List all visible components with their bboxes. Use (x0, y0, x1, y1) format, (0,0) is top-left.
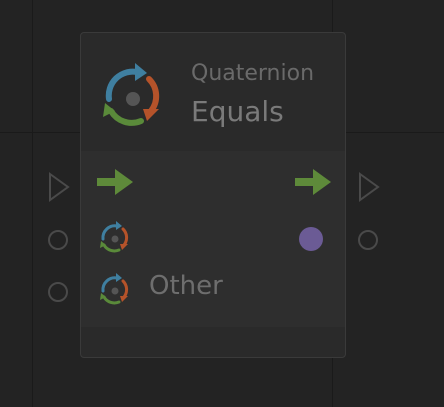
flow-output-port-icon[interactable] (358, 172, 380, 202)
quaternion-equals-node[interactable]: Quaternion Equals Other (80, 32, 346, 358)
input-other-port[interactable] (48, 282, 68, 302)
flow-row (81, 167, 345, 207)
node-subtitle: Quaternion (191, 61, 315, 86)
output-value-dot (299, 227, 323, 251)
quaternion-cycle-icon (103, 63, 160, 126)
input-other-label: Other (149, 271, 223, 301)
quaternion-cycle-icon (100, 221, 129, 253)
flow-out-arrow-icon (295, 169, 331, 195)
input-a-port[interactable] (48, 230, 68, 250)
node-body: Other (81, 151, 345, 327)
node-header[interactable]: Quaternion Equals (81, 33, 345, 151)
node-title: Equals (191, 95, 284, 128)
flow-input-port-icon[interactable] (48, 172, 70, 202)
input-other-row: Other (81, 269, 345, 309)
quaternion-cycle-icon (100, 273, 129, 305)
flow-in-arrow-icon (97, 169, 133, 195)
grid-line (32, 0, 33, 407)
input-a-row (81, 217, 345, 257)
output-value-port[interactable] (358, 230, 378, 250)
graph-canvas[interactable]: Quaternion Equals Other (0, 0, 444, 407)
